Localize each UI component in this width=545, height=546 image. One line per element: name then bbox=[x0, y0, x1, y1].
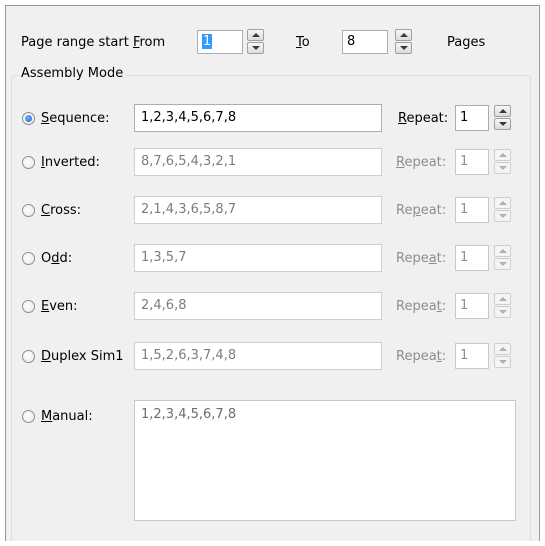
manual-label[interactable]: Manual: bbox=[41, 409, 93, 425]
repeat-input-2[interactable]: 1 bbox=[455, 197, 489, 223]
repeat-label-5: Repeat: bbox=[396, 349, 447, 364]
spin-up-icon[interactable] bbox=[395, 29, 412, 41]
repeat-spinner-4[interactable] bbox=[494, 293, 511, 319]
repeat-input-4[interactable]: 1 bbox=[455, 293, 489, 319]
page-range-label: Page range start From bbox=[21, 35, 166, 50]
spin-down-icon[interactable] bbox=[494, 306, 511, 318]
mode-label-3[interactable]: Odd: bbox=[41, 251, 72, 267]
mode-radio-5[interactable] bbox=[22, 350, 35, 363]
mode-radio-2[interactable] bbox=[22, 204, 35, 217]
repeat-label-0: Repeat: bbox=[398, 111, 449, 126]
spin-down-icon[interactable] bbox=[494, 356, 511, 368]
repeat-label-3: Repeat: bbox=[396, 251, 447, 266]
to-page-spinner[interactable] bbox=[395, 29, 412, 55]
mode-order-field-5[interactable]: 1,5,2,6,3,7,4,8 bbox=[134, 342, 382, 370]
repeat-spinner-5[interactable] bbox=[494, 343, 511, 369]
repeat-spinner-1[interactable] bbox=[494, 149, 511, 175]
mode-radio-1[interactable] bbox=[22, 156, 35, 169]
spin-up-icon[interactable] bbox=[494, 245, 511, 257]
repeat-label-1: Repeat: bbox=[396, 155, 447, 170]
mode-order-field-3[interactable]: 1,3,5,7 bbox=[134, 244, 382, 272]
spin-down-icon[interactable] bbox=[494, 118, 511, 130]
repeat-spinner-3[interactable] bbox=[494, 245, 511, 271]
manual-radio[interactable] bbox=[22, 410, 35, 423]
mode-order-field-1[interactable]: 8,7,6,5,4,3,2,1 bbox=[134, 148, 382, 176]
mode-order-field-2[interactable]: 2,1,4,3,6,5,8,7 bbox=[134, 196, 382, 224]
repeat-spinner-0[interactable] bbox=[494, 105, 511, 131]
spin-up-icon[interactable] bbox=[247, 29, 264, 41]
spin-up-icon[interactable] bbox=[494, 197, 511, 209]
mode-label-2[interactable]: Cross: bbox=[41, 203, 81, 219]
mode-label-1[interactable]: Inverted: bbox=[41, 155, 100, 171]
repeat-spinner-2[interactable] bbox=[494, 197, 511, 223]
assembly-mode-title: Assembly Mode bbox=[18, 66, 127, 82]
spin-down-icon[interactable] bbox=[395, 42, 412, 54]
mode-radio-0[interactable] bbox=[22, 112, 35, 125]
spin-down-icon[interactable] bbox=[494, 210, 511, 222]
repeat-label-4: Repeat: bbox=[396, 299, 447, 314]
to-page-input[interactable]: 8 bbox=[342, 30, 388, 54]
repeat-input-5[interactable]: 1 bbox=[455, 343, 489, 369]
pages-label: Pages bbox=[447, 35, 486, 50]
mode-radio-3[interactable] bbox=[22, 252, 35, 265]
spin-up-icon[interactable] bbox=[494, 293, 511, 305]
repeat-input-1[interactable]: 1 bbox=[455, 149, 489, 175]
spin-up-icon[interactable] bbox=[494, 149, 511, 161]
spin-up-icon[interactable] bbox=[494, 105, 511, 117]
mode-order-field-0[interactable]: 1,2,3,4,5,6,7,8 bbox=[134, 104, 382, 132]
spin-down-icon[interactable] bbox=[494, 258, 511, 270]
mode-radio-4[interactable] bbox=[22, 300, 35, 313]
repeat-input-3[interactable]: 1 bbox=[455, 245, 489, 271]
to-label: To bbox=[296, 35, 310, 50]
from-page-input[interactable]: 1 bbox=[197, 30, 243, 54]
mode-label-4[interactable]: Even: bbox=[41, 299, 78, 315]
manual-order-textarea[interactable]: 1,2,3,4,5,6,7,8 bbox=[134, 400, 516, 521]
mode-label-5[interactable]: Duplex Sim1 bbox=[41, 349, 124, 365]
mode-order-field-4[interactable]: 2,4,6,8 bbox=[134, 292, 382, 320]
spin-down-icon[interactable] bbox=[494, 162, 511, 174]
mode-label-0[interactable]: Sequence: bbox=[41, 111, 110, 127]
spin-down-icon[interactable] bbox=[247, 42, 264, 54]
repeat-label-2: Repeat: bbox=[396, 203, 447, 218]
spin-up-icon[interactable] bbox=[494, 343, 511, 355]
from-page-spinner[interactable] bbox=[247, 29, 264, 55]
repeat-input-0[interactable]: 1 bbox=[455, 105, 489, 131]
